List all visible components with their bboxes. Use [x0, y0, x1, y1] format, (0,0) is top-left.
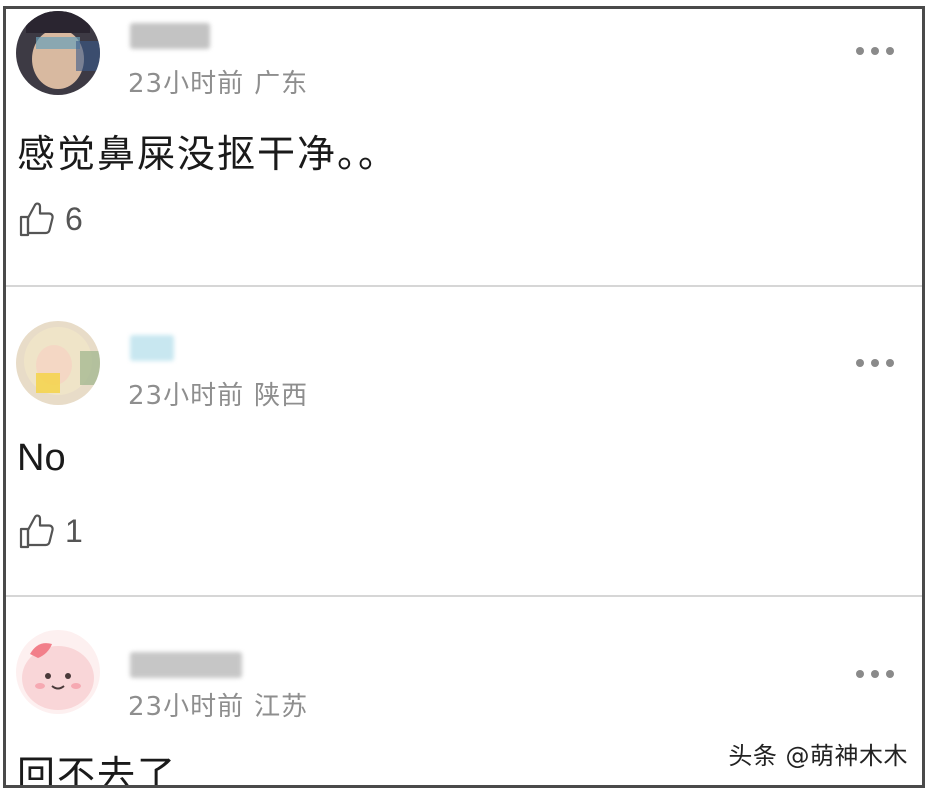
comment-text: 感觉鼻屎没抠干净。。 — [17, 132, 399, 176]
divider — [6, 285, 922, 287]
user-avatar-icon — [16, 321, 100, 405]
comment-meta: 23小时前 陕西 — [128, 375, 308, 412]
comment-location: 陕西 — [254, 381, 309, 411]
like-button[interactable]: 6 — [17, 199, 83, 239]
watermark: 头条 @萌神木木 — [728, 742, 908, 770]
thumbs-up-icon — [19, 514, 54, 549]
comment-location: 江苏 — [254, 692, 309, 722]
more-options-icon — [856, 47, 864, 55]
more-options-button[interactable] — [856, 670, 894, 678]
more-dot — [886, 359, 894, 367]
more-dot — [886, 670, 894, 678]
like-button[interactable]: 1 — [17, 511, 83, 551]
avatar[interactable] — [16, 321, 100, 405]
more-options-button[interactable] — [856, 359, 894, 367]
avatar[interactable] — [16, 630, 100, 714]
username[interactable] — [130, 652, 242, 678]
comment-time: 23小时前 — [128, 692, 245, 722]
comment-item: 23小时前 广东 感觉鼻屎没抠干净。。 6 — [6, 9, 922, 285]
comment-location: 广东 — [254, 69, 309, 99]
comment-time: 23小时前 — [128, 69, 245, 99]
more-dot — [871, 359, 879, 367]
comment-list: 23小时前 广东 感觉鼻屎没抠干净。。 6 23小时前 陕西 No 1 23小时… — [3, 6, 925, 788]
like-count: 6 — [65, 200, 83, 237]
more-options-button[interactable] — [856, 47, 894, 55]
comment-text: 回不去了 — [17, 753, 178, 788]
user-avatar-icon — [16, 11, 100, 95]
username[interactable] — [130, 23, 210, 49]
comment-item: 23小时前 陕西 No 1 — [6, 289, 922, 597]
user-avatar-icon — [16, 630, 100, 714]
comment-time: 23小时前 — [128, 381, 245, 411]
comment-meta: 23小时前 广东 — [128, 63, 308, 100]
like-count: 1 — [65, 512, 83, 549]
more-dot — [871, 47, 879, 55]
more-options-icon — [856, 359, 864, 367]
username[interactable] — [130, 335, 174, 361]
more-dot — [871, 670, 879, 678]
more-dot — [886, 47, 894, 55]
divider — [6, 595, 922, 597]
avatar[interactable] — [16, 11, 100, 95]
more-options-icon — [856, 670, 864, 678]
comment-text: No — [17, 437, 66, 479]
thumbs-up-icon — [19, 202, 54, 237]
comment-meta: 23小时前 江苏 — [128, 686, 308, 723]
